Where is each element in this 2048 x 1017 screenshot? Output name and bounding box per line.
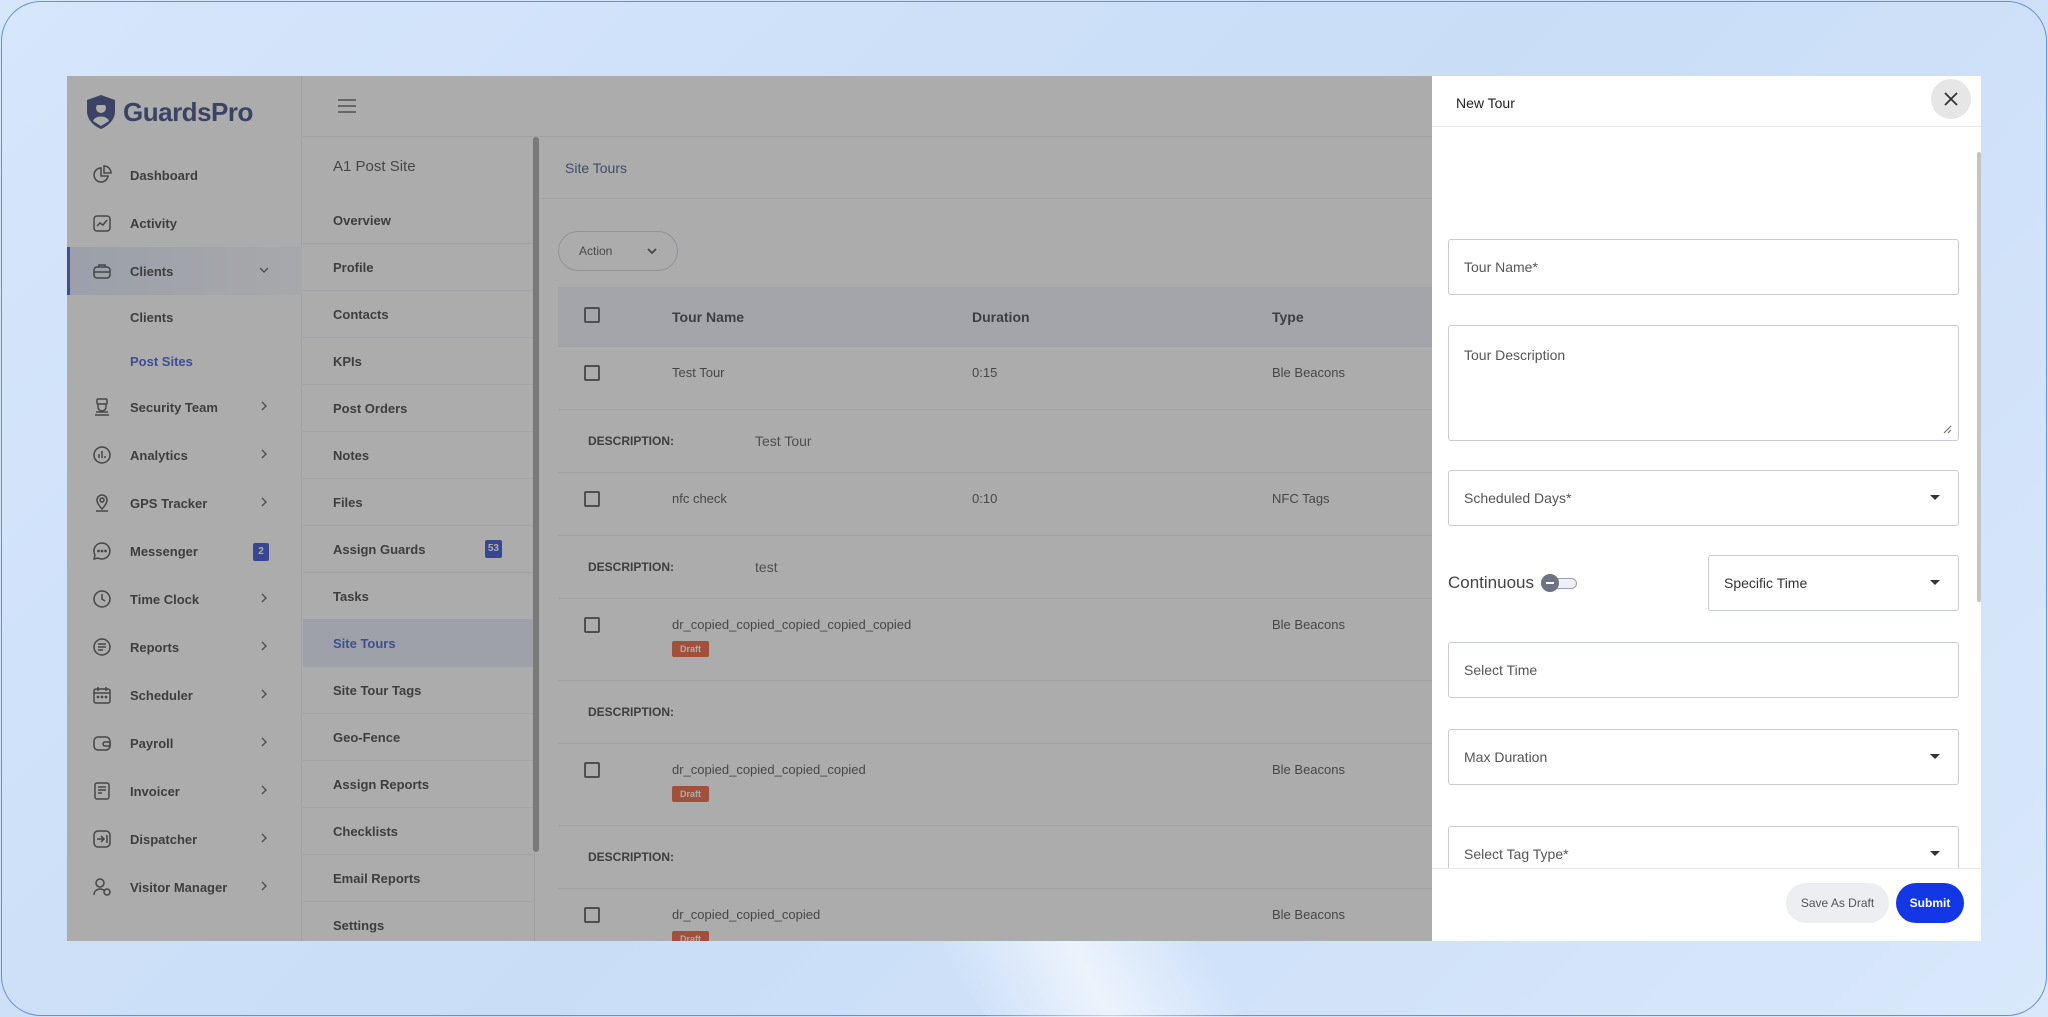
max-duration-select[interactable]: Max Duration	[1448, 729, 1959, 785]
continuous-toggle[interactable]	[1541, 574, 1577, 592]
drawer-scrollbar[interactable]	[1977, 152, 1981, 602]
tour-name-field[interactable]: Tour Name*	[1448, 239, 1959, 295]
drawer-footer: Save As Draft Submit	[1432, 868, 1981, 941]
toggle-knob	[1541, 574, 1559, 592]
close-button[interactable]	[1931, 79, 1971, 119]
max-duration-placeholder: Max Duration	[1464, 749, 1548, 765]
caret-down-icon	[1930, 754, 1940, 759]
select-time-placeholder: Select Time	[1464, 662, 1538, 678]
drawer-form: Tour Name* Tour Description Scheduled Da…	[1432, 128, 1981, 868]
caret-down-icon	[1930, 495, 1940, 500]
save-as-draft-button[interactable]: Save As Draft	[1786, 883, 1889, 923]
tour-name-placeholder: Tour Name*	[1464, 259, 1538, 275]
scheduled-days-select[interactable]: Scheduled Days*	[1448, 470, 1959, 526]
specific-time-value: Specific Time	[1724, 575, 1808, 591]
select-time-field[interactable]: Select Time	[1448, 642, 1959, 698]
tag-type-placeholder: Select Tag Type*	[1464, 846, 1569, 862]
close-icon	[1944, 92, 1958, 106]
specific-time-select[interactable]: Specific Time	[1708, 555, 1959, 611]
continuous-label: Continuous	[1448, 573, 1535, 592]
app-window: GuardsPro Dashboard Activity Clients Cli…	[67, 76, 1981, 941]
drawer-header: New Tour	[1432, 76, 1981, 127]
new-tour-drawer: New Tour Tour Name* Tour Description Sch…	[1432, 76, 1981, 941]
background-streak	[933, 940, 1247, 1017]
tour-description-field[interactable]: Tour Description	[1448, 325, 1959, 441]
resize-handle-icon[interactable]	[1942, 424, 1952, 434]
submit-button[interactable]: Submit	[1896, 883, 1964, 923]
caret-down-icon	[1930, 851, 1940, 856]
tag-type-select[interactable]: Select Tag Type*	[1448, 826, 1959, 868]
caret-down-icon	[1930, 580, 1940, 585]
drawer-title: New Tour	[1456, 95, 1515, 111]
scheduled-days-placeholder: Scheduled Days*	[1464, 490, 1572, 506]
tour-description-placeholder: Tour Description	[1464, 347, 1566, 363]
